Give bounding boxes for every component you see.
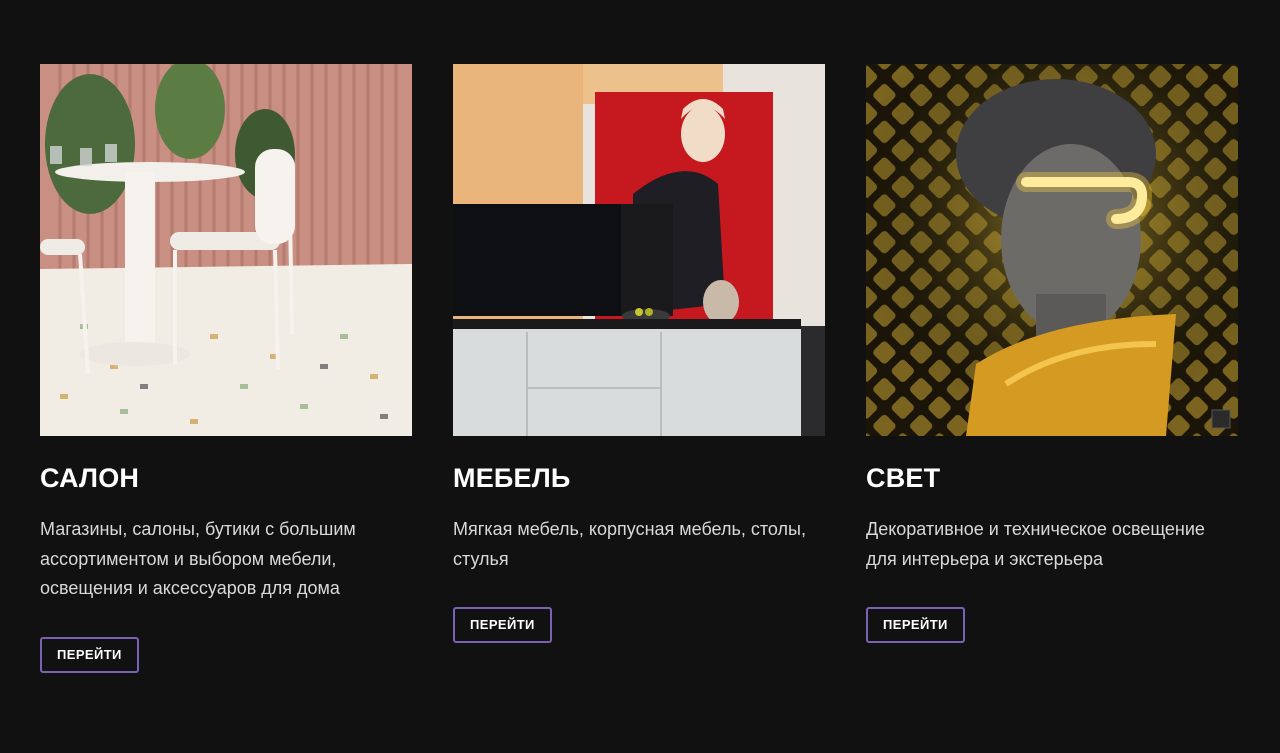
furniture-room-photo[interactable] — [453, 64, 825, 436]
go-button[interactable]: ПЕРЕЙТИ — [866, 607, 965, 643]
card-salon: САЛОН Магазины, салоны, бутики с большим… — [40, 64, 412, 673]
go-button[interactable]: ПЕРЕЙТИ — [453, 607, 552, 643]
card-title: МЕБЕЛЬ — [453, 463, 571, 493]
card-light: СВЕТ Декоративное и техническое освещени… — [866, 64, 1238, 643]
card-furniture: МЕБЕЛЬ Мягкая мебель, корпусная мебель, … — [453, 64, 825, 643]
card-description: Декоративное и техническое освещение для… — [866, 519, 1205, 569]
salon-interior-photo[interactable] — [40, 64, 412, 436]
card-title: САЛОН — [40, 463, 140, 493]
card-description: Мягкая мебель, корпусная мебель, столы, … — [453, 519, 806, 569]
card-description: Магазины, салоны, бутики с большим ассор… — [40, 519, 356, 598]
category-cards: САЛОН Магазины, салоны, бутики с большим… — [0, 0, 1280, 753]
go-button[interactable]: ПЕРЕЙТИ — [40, 636, 139, 673]
neon-bust-light-photo[interactable] — [866, 64, 1238, 436]
card-title: СВЕТ — [866, 463, 941, 493]
